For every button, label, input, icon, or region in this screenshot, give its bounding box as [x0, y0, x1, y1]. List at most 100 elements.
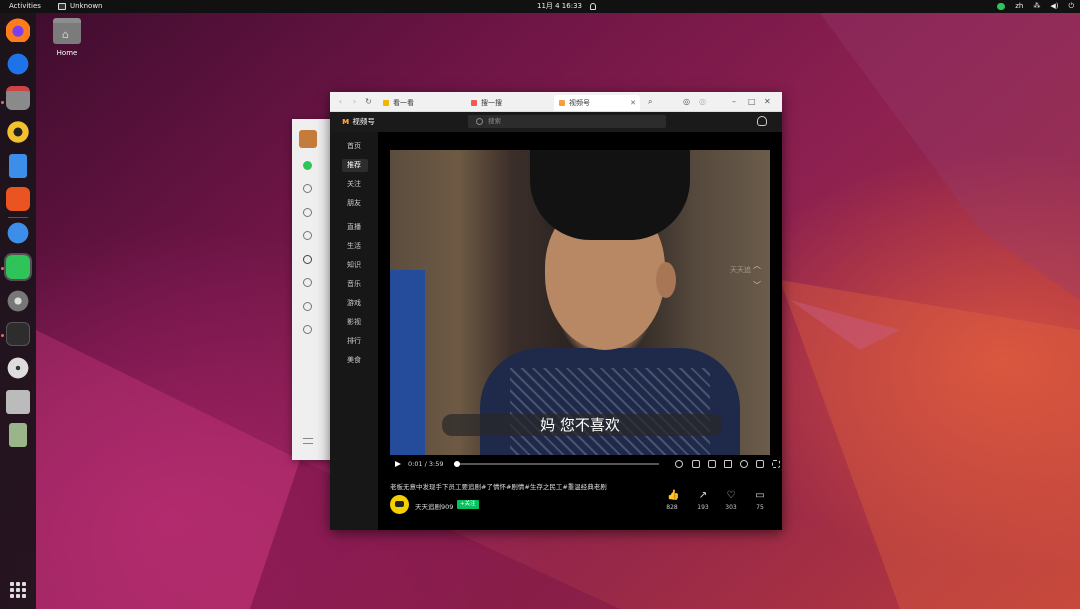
power-icon: ⏻ — [1068, 2, 1074, 10]
nav-item-following[interactable]: 关注 — [342, 178, 368, 191]
terminal-icon[interactable] — [6, 322, 30, 346]
nav-item-music[interactable]: 音乐 — [342, 278, 368, 291]
heart-icon: ♡ — [726, 490, 736, 501]
share-count: 193 — [697, 504, 709, 511]
progress-knob[interactable] — [454, 461, 460, 467]
settings-icon[interactable] — [6, 289, 30, 313]
next-video-icon[interactable]: ﹀ — [753, 282, 761, 290]
chat-icon[interactable] — [303, 161, 312, 170]
trash-icon[interactable] — [9, 423, 27, 447]
app-menu[interactable]: Unknown — [58, 0, 103, 13]
author-name[interactable]: 天天追剧909 — [415, 501, 453, 511]
network-icon: ⁂ — [1033, 2, 1041, 10]
play-icon[interactable] — [395, 461, 401, 467]
nav-item-home[interactable]: 首页 — [342, 140, 368, 153]
like-count: 828 — [666, 504, 678, 511]
firefox-icon[interactable] — [6, 18, 30, 42]
close-window-icon[interactable]: ✕ — [764, 97, 771, 106]
files-icon[interactable] — [6, 86, 30, 110]
download-icon[interactable]: ◎ — [683, 97, 690, 106]
home-folder-icon[interactable] — [53, 18, 81, 44]
thunderbird-icon[interactable] — [6, 52, 30, 76]
nav-item-games[interactable]: 游戏 — [342, 297, 368, 310]
video-caption: 老板无意中发现手下员工要追剧#了情怀#剧情#生存之民工#重温经典老剧 — [390, 483, 607, 491]
nav-item-friends[interactable]: 朋友 — [342, 197, 368, 210]
topstories-icon[interactable] — [303, 302, 312, 311]
clock[interactable]: 11月 4 16:33 — [537, 0, 596, 13]
close-tab-icon[interactable]: ✕ — [630, 95, 636, 111]
speed-icon[interactable] — [675, 460, 683, 468]
activities-button[interactable]: Activities — [9, 0, 41, 13]
previous-video-icon[interactable]: ︿ — [753, 262, 761, 270]
author-avatar[interactable] — [390, 495, 409, 514]
moments-icon[interactable] — [303, 231, 312, 240]
save-drive-icon[interactable] — [6, 390, 30, 414]
gear-icon[interactable] — [740, 460, 748, 468]
pip-icon[interactable] — [756, 460, 764, 468]
help-icon[interactable] — [6, 221, 30, 245]
avatar[interactable] — [299, 130, 317, 148]
tab-search-icon[interactable]: ⌕ — [648, 97, 652, 106]
nav-item-film[interactable]: 影视 — [342, 316, 368, 329]
input-method-label[interactable]: zh — [1015, 0, 1023, 13]
system-tray[interactable]: zh ⁂ ◀) ⏻ — [997, 0, 1074, 13]
video-frame-element — [530, 150, 690, 240]
tab-label: 视频号 — [569, 99, 590, 107]
nav-item-recommend[interactable]: 推荐 — [342, 159, 368, 172]
thumb-up-icon: 👍 — [667, 490, 680, 501]
minimize-icon[interactable]: – — [732, 97, 736, 106]
nav-item-food[interactable]: 美食 — [342, 354, 368, 367]
screenshot-icon[interactable] — [708, 460, 716, 468]
user-icon[interactable] — [757, 116, 767, 126]
danmaku-icon[interactable] — [692, 460, 700, 468]
reload-icon[interactable]: ↻ — [364, 97, 373, 106]
back-icon[interactable]: ‹ — [336, 97, 345, 106]
contacts-icon[interactable] — [303, 184, 312, 193]
volume-ctrl-icon[interactable] — [724, 460, 732, 468]
app-menu-label: Unknown — [70, 2, 103, 10]
nav-item-knowledge[interactable]: 知识 — [342, 259, 368, 272]
search-tab-icon — [471, 100, 477, 106]
video-frame-element — [656, 262, 676, 298]
channels-sidebar-icon[interactable] — [303, 255, 312, 264]
nav-item-ranking[interactable]: 排行 — [342, 335, 368, 348]
disc-icon[interactable] — [6, 356, 30, 380]
tab-souyisou[interactable]: 搜一搜 — [466, 95, 552, 111]
nav-item-live[interactable]: 直播 — [342, 221, 368, 234]
nav-item-life[interactable]: 生活 — [342, 240, 368, 253]
wechat-dock-icon[interactable] — [4, 253, 32, 281]
tab-kanyikan[interactable]: 看一看 — [378, 95, 464, 111]
menu-icon[interactable] — [303, 438, 313, 444]
show-apps-icon[interactable] — [10, 582, 26, 598]
settings-small-icon[interactable]: ◎ — [699, 97, 706, 106]
top-bar: Activities Unknown 11月 4 16:33 zh ⁂ ◀) ⏻ — [0, 0, 1080, 13]
app-center-icon[interactable] — [6, 187, 30, 211]
forward-icon[interactable]: › — [350, 97, 359, 106]
running-indicator — [1, 101, 4, 104]
share-button[interactable]: ↗ 193 — [691, 491, 715, 512]
favorites-icon[interactable] — [303, 208, 312, 217]
favorite-button[interactable]: ♡ 303 — [719, 490, 743, 512]
search-sidebar-icon[interactable] — [303, 278, 312, 287]
channels-header: ᴍ 视频号 搜索 — [330, 112, 782, 132]
progress-bar[interactable] — [454, 461, 659, 467]
fullscreen-icon[interactable] — [772, 460, 780, 468]
channels-logo[interactable]: ᴍ 视频号 — [342, 116, 375, 127]
search-input[interactable]: 搜索 — [468, 115, 666, 128]
like-button[interactable]: 👍 828 — [660, 490, 684, 512]
running-indicator — [1, 267, 4, 270]
video-player[interactable]: 妈 您不喜欢 天天追 — [390, 150, 770, 455]
comment-button[interactable]: ▭ 75 — [748, 490, 772, 512]
comment-icon: ▭ — [755, 490, 765, 501]
running-indicator — [1, 334, 4, 337]
channels-window[interactable]: ‹ › ↻ 看一看 搜一搜 视频号 ✕ ⌕ ◎ ◎ – □ ✕ ᴍ 视频号 搜索… — [330, 92, 782, 530]
writer-icon[interactable] — [9, 154, 27, 178]
wechat-tray-icon[interactable] — [997, 3, 1006, 10]
rhythmbox-icon[interactable] — [6, 120, 30, 144]
miniprogram-icon[interactable] — [303, 325, 312, 334]
comment-count: 75 — [756, 504, 764, 511]
follow-button[interactable]: +关注 — [457, 500, 479, 509]
maximize-icon[interactable]: □ — [748, 97, 756, 106]
video-watermark: 天天追 — [730, 266, 751, 274]
tab-channels[interactable]: 视频号 ✕ — [554, 95, 640, 111]
